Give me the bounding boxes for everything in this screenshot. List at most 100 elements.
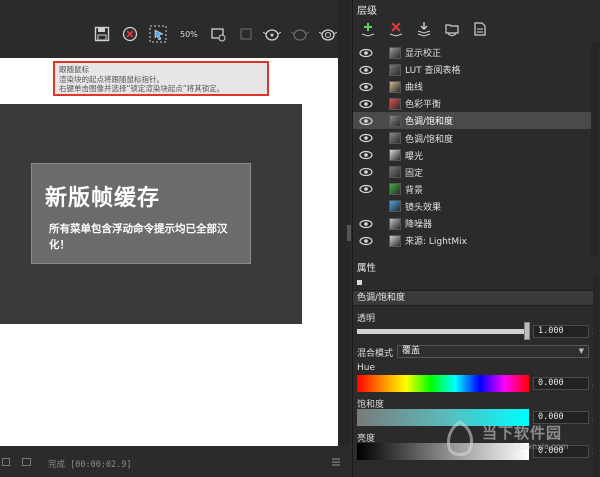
layer-row[interactable]: 镜头效果 (353, 198, 591, 215)
render-status-text: 完成 [00:00:02.9] (48, 460, 132, 470)
layer-row[interactable]: 色彩平衡 (353, 95, 591, 112)
visibility-eye-icon[interactable] (359, 150, 373, 160)
layer-label: 色调/饱和度 (405, 134, 454, 145)
visibility-eye-icon[interactable] (359, 167, 373, 177)
layer-row[interactable]: 背景 (353, 181, 591, 198)
site-watermark: 当下软件园 www.downxia.com (438, 418, 598, 462)
layer-label: 背景 (405, 185, 424, 196)
load-layers-icon[interactable] (441, 20, 463, 38)
follow-mouse-icon[interactable] (148, 24, 168, 44)
viewport-scrollbar[interactable] (338, 0, 350, 446)
properties-pin-icon[interactable] (357, 280, 362, 285)
properties-layer-name: 色调/饱和度 (353, 290, 593, 306)
layer-row[interactable]: 降噪器 (353, 215, 591, 232)
watermark-logo-icon (446, 420, 474, 456)
opacity-value: 1.000 (538, 326, 564, 336)
display-correction-icon (389, 46, 401, 59)
visibility-eye-icon[interactable] (359, 65, 373, 75)
layer-list-scrollbar[interactable] (591, 42, 599, 256)
visibility-eye-icon[interactable] (359, 116, 373, 126)
watermark-text: 当下软件园 (482, 424, 563, 442)
blend-mode-value: 覆盖 (402, 346, 421, 356)
layer-label: LUT 查阅表格 (405, 66, 461, 77)
properties-header: 属性 (357, 263, 377, 274)
tab-layers[interactable]: 层级 (357, 2, 377, 17)
layer-row[interactable]: 显示校正 (353, 44, 591, 61)
layer-presets-icon[interactable] (469, 20, 491, 38)
region-render-icon[interactable] (208, 24, 228, 44)
panel-splitter[interactable] (347, 225, 351, 241)
hue-slider[interactable] (357, 375, 529, 392)
layer-label: 固定 (405, 168, 424, 179)
layer-label: 来源: LightMix (405, 237, 467, 248)
layer-label: 色调/饱和度 (405, 117, 454, 128)
status-grid-icon[interactable] (2, 458, 10, 466)
chevron-down-icon: ▼ (578, 347, 584, 355)
layer-label: 降噪器 (405, 220, 433, 230)
hue-value: 0.000 (538, 378, 564, 388)
visibility-eye-icon[interactable] (359, 48, 373, 58)
render-teapot-clock-icon[interactable] (318, 24, 338, 44)
opacity-slider-handle[interactable] (524, 322, 530, 340)
frame-buffer-toolbar: 50% (0, 0, 350, 58)
lens-effects-icon (389, 200, 401, 213)
curves-icon (389, 80, 401, 93)
visibility-eye-icon[interactable] (359, 133, 373, 143)
visibility-eye-icon[interactable] (359, 184, 373, 194)
clear-icon[interactable] (120, 24, 140, 44)
visibility-eye-icon[interactable] (359, 236, 373, 246)
layers-toolbar (353, 16, 600, 42)
opacity-slider-track[interactable] (357, 329, 527, 334)
tooltip-line: 右键单击图像并选择“锁定渲染块起点”将其锁定。 (59, 84, 225, 93)
layer-list: 显示校正 LUT 查阅表格 曲线色彩平衡色调/饱和度 色调/饱和度 曝光固定背景镜头效果… (353, 42, 591, 256)
lightmix-icon (389, 234, 401, 247)
layer-row[interactable]: 色调/饱和度 (353, 112, 591, 130)
denoiser-icon (389, 217, 401, 230)
visibility-eye-icon[interactable] (359, 219, 373, 229)
blend-mode-select[interactable]: 覆盖 ▼ (397, 345, 589, 358)
status-bar: 完成 [00:00:02.9] (0, 446, 350, 477)
blend-mode-label: 混合模式 (357, 349, 394, 359)
hue-saturation-icon (389, 114, 401, 127)
lut-icon (389, 63, 401, 76)
menu-lines-icon[interactable] (332, 458, 340, 466)
save-layers-icon[interactable] (413, 20, 435, 38)
save-icon[interactable] (92, 24, 112, 44)
feature-notice: 新版帧缓存 所有菜单包含浮动命令提示均已全部汉化！ (31, 163, 251, 264)
tooltip-line: 跟随鼠标 (59, 65, 89, 74)
frame-buffer-viewport: 50% 新版帧缓存 所有菜单包含浮动命令提示均已全部汉化！ 跟随鼠标 渲染块的起… (0, 0, 351, 477)
layer-label: 显示校正 (405, 49, 442, 59)
layer-row[interactable]: 来源: LightMix (353, 232, 591, 249)
render-teapot-disabled-icon (290, 24, 310, 44)
opacity-label: 透明 (357, 314, 376, 324)
layer-row[interactable]: 曝光 (353, 147, 591, 164)
layer-row[interactable]: 曲线 (353, 78, 591, 95)
tooltip-line: 渲染块的起点将跟随鼠标指针。 (59, 74, 164, 84)
hue-value-field[interactable]: 0.000▴▾ (533, 377, 600, 390)
layer-row[interactable]: LUT 查阅表格 (353, 61, 591, 78)
render-teapot-icon[interactable] (262, 24, 282, 44)
layer-label: 色彩平衡 (405, 100, 442, 111)
layer-row[interactable]: 色调/饱和度 (353, 130, 591, 147)
layer-label: 镜头效果 (405, 202, 442, 213)
delete-layer-icon[interactable] (385, 20, 407, 38)
region-icon-disabled (236, 24, 256, 44)
background-icon (389, 183, 401, 196)
status-monitor-icon[interactable] (22, 458, 31, 466)
notice-title: 新版帧缓存 (45, 186, 161, 211)
exposure-icon (389, 149, 401, 162)
layers-panel: 层级 显示校正 LUT 查阅表格 曲线 色彩平衡 色调/饱和度 色调/饱和度 曝光 固定 背景镜… (352, 0, 600, 477)
color-balance-icon (389, 97, 401, 110)
notice-body: 所有菜单包含浮动命令提示均已全部汉化！ (49, 223, 228, 251)
layer-label: 曝光 (405, 151, 424, 162)
add-layer-icon[interactable] (357, 20, 379, 38)
follow-mouse-tooltip: 跟随鼠标 渲染块的起点将跟随鼠标指针。 右键单击图像并选择“锁定渲染块起点”将其… (53, 61, 269, 96)
visibility-eye-icon[interactable] (359, 82, 373, 92)
visibility-eye-icon[interactable] (359, 99, 373, 109)
zoom-level[interactable]: 50% (180, 30, 198, 39)
fixed-icon (389, 166, 401, 179)
layer-label: 曲线 (405, 83, 424, 94)
hue-saturation-icon (389, 132, 401, 144)
layer-row[interactable]: 固定 (353, 164, 591, 181)
opacity-value-field[interactable]: 1.000▴▾ (533, 325, 600, 338)
